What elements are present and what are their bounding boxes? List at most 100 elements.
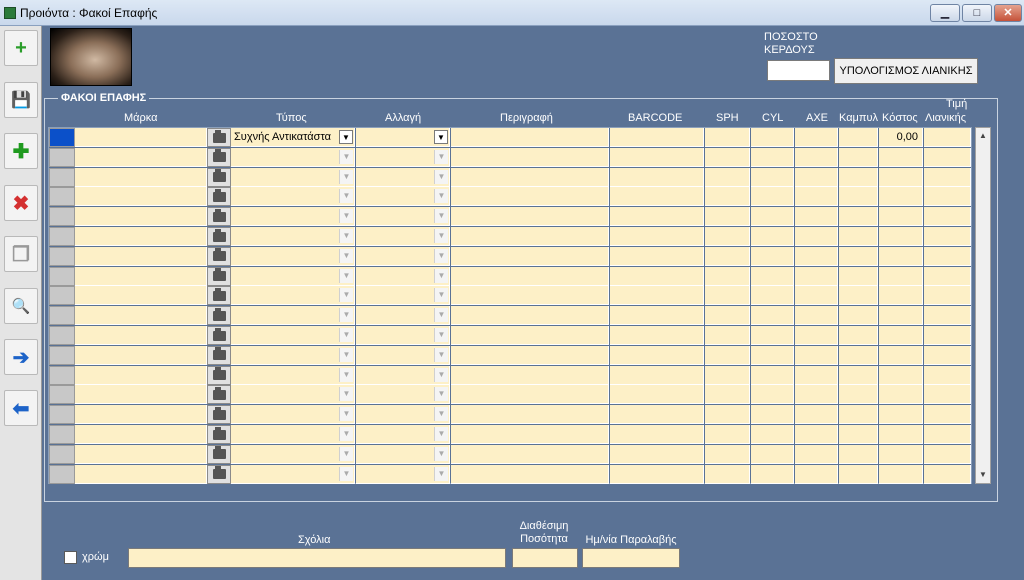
- cell-barcode[interactable]: [610, 246, 704, 266]
- cell-barcode[interactable]: [610, 345, 704, 365]
- cell-cost[interactable]: [879, 286, 923, 306]
- cell-change[interactable]: ▼: [356, 227, 450, 246]
- cell-axe[interactable]: [795, 365, 838, 385]
- cell-retail[interactable]: [924, 147, 971, 167]
- cell-description[interactable]: [451, 326, 609, 345]
- lookup-button[interactable]: [207, 167, 231, 187]
- cell-brand[interactable]: [75, 266, 207, 286]
- lookup-button[interactable]: [207, 286, 231, 306]
- dropdown-arrow-icon[interactable]: ▼: [434, 268, 448, 283]
- cell-barcode[interactable]: [610, 187, 704, 207]
- cell-description[interactable]: [451, 365, 609, 385]
- row-selector[interactable]: [49, 326, 75, 345]
- row-selector[interactable]: [49, 227, 75, 246]
- lookup-button[interactable]: [207, 464, 231, 484]
- cell-retail[interactable]: [924, 128, 971, 147]
- row-selector[interactable]: [49, 345, 75, 365]
- row-selector[interactable]: [49, 365, 75, 385]
- cell-cost[interactable]: 0,00: [879, 128, 923, 147]
- maximize-button[interactable]: □: [962, 4, 992, 22]
- cell-cyl[interactable]: [751, 326, 794, 345]
- cell-brand[interactable]: [75, 286, 207, 306]
- table-row[interactable]: ▼ ▼: [49, 345, 971, 365]
- table-row[interactable]: ▼ ▼: [49, 306, 971, 326]
- cell-retail[interactable]: [924, 326, 971, 345]
- cell-cost[interactable]: [879, 207, 923, 227]
- cell-type[interactable]: ▼: [231, 266, 355, 286]
- cell-axe[interactable]: [795, 286, 838, 306]
- header-axe[interactable]: AXE: [806, 112, 828, 124]
- cell-curve[interactable]: [839, 365, 878, 385]
- cell-retail[interactable]: [924, 167, 971, 187]
- lookup-button[interactable]: [207, 147, 231, 167]
- scroll-down-arrow-icon[interactable]: ▼: [978, 470, 988, 480]
- cell-axe[interactable]: [795, 227, 838, 246]
- save-button[interactable]: 💾: [4, 82, 38, 118]
- cell-cyl[interactable]: [751, 147, 794, 167]
- row-selector[interactable]: [49, 207, 75, 227]
- cell-change[interactable]: ▼: [356, 464, 450, 484]
- cell-retail[interactable]: [924, 345, 971, 365]
- cell-description[interactable]: [451, 464, 609, 484]
- cell-curve[interactable]: [839, 385, 878, 405]
- lookup-button[interactable]: [207, 444, 231, 464]
- cell-brand[interactable]: [75, 128, 207, 147]
- cell-brand[interactable]: [75, 207, 207, 227]
- cell-barcode[interactable]: [610, 147, 704, 167]
- cell-barcode[interactable]: [610, 227, 704, 246]
- dropdown-arrow-icon[interactable]: ▼: [434, 288, 448, 303]
- cell-description[interactable]: [451, 246, 609, 266]
- cell-curve[interactable]: [839, 425, 878, 444]
- cell-cost[interactable]: [879, 167, 923, 187]
- cell-retail[interactable]: [924, 246, 971, 266]
- cell-cyl[interactable]: [751, 246, 794, 266]
- table-row[interactable]: ▼ ▼: [49, 365, 971, 385]
- close-button[interactable]: ✕: [994, 4, 1022, 22]
- cell-type[interactable]: ▼: [231, 286, 355, 306]
- dropdown-arrow-icon[interactable]: ▼: [434, 427, 448, 441]
- new-record-button[interactable]: +: [4, 30, 38, 66]
- cell-axe[interactable]: [795, 326, 838, 345]
- cell-change[interactable]: ▼: [356, 405, 450, 425]
- cell-brand[interactable]: [75, 425, 207, 444]
- dropdown-arrow-icon[interactable]: ▼: [339, 130, 353, 144]
- cell-change[interactable]: ▼: [356, 207, 450, 227]
- cell-cyl[interactable]: [751, 266, 794, 286]
- table-row[interactable]: ▼ ▼: [49, 326, 971, 345]
- cell-description[interactable]: [451, 286, 609, 306]
- cell-cyl[interactable]: [751, 365, 794, 385]
- header-type[interactable]: Τύπος: [276, 112, 307, 124]
- cell-type[interactable]: ▼: [231, 365, 355, 385]
- calculate-retail-button[interactable]: ΥΠΟΛΟΓΙΣΜΟΣ ΛΙΑΝΙΚΗΣ: [834, 58, 978, 84]
- cell-barcode[interactable]: [610, 385, 704, 405]
- cell-barcode[interactable]: [610, 286, 704, 306]
- header-retail-line1[interactable]: Τιμή: [946, 98, 967, 110]
- cell-brand[interactable]: [75, 187, 207, 207]
- table-row[interactable]: ▼ ▼: [49, 207, 971, 227]
- lookup-button[interactable]: [207, 326, 231, 345]
- cell-type[interactable]: ▼: [231, 425, 355, 444]
- cell-brand[interactable]: [75, 246, 207, 266]
- row-selector[interactable]: [49, 187, 75, 207]
- header-brand[interactable]: Μάρκα: [124, 112, 158, 124]
- dropdown-arrow-icon[interactable]: ▼: [339, 466, 353, 481]
- cell-sph[interactable]: [705, 227, 750, 246]
- cell-change[interactable]: ▼: [356, 246, 450, 266]
- cell-type[interactable]: ▼: [231, 444, 355, 464]
- table-row[interactable]: ▼ ▼: [49, 187, 971, 207]
- search-button[interactable]: 🔍: [4, 288, 38, 324]
- cell-description[interactable]: [451, 266, 609, 286]
- dropdown-arrow-icon[interactable]: ▼: [339, 149, 353, 164]
- cell-type[interactable]: ▼: [231, 345, 355, 365]
- cell-curve[interactable]: [839, 326, 878, 345]
- header-description[interactable]: Περιγραφή: [500, 112, 553, 124]
- cell-axe[interactable]: [795, 246, 838, 266]
- table-row[interactable]: ▼ ▼: [49, 167, 971, 187]
- cell-cost[interactable]: [879, 306, 923, 326]
- cell-sph[interactable]: [705, 464, 750, 484]
- cell-axe[interactable]: [795, 464, 838, 484]
- dropdown-arrow-icon[interactable]: ▼: [339, 248, 353, 263]
- cell-cost[interactable]: [879, 227, 923, 246]
- cell-description[interactable]: [451, 207, 609, 227]
- cell-brand[interactable]: [75, 306, 207, 326]
